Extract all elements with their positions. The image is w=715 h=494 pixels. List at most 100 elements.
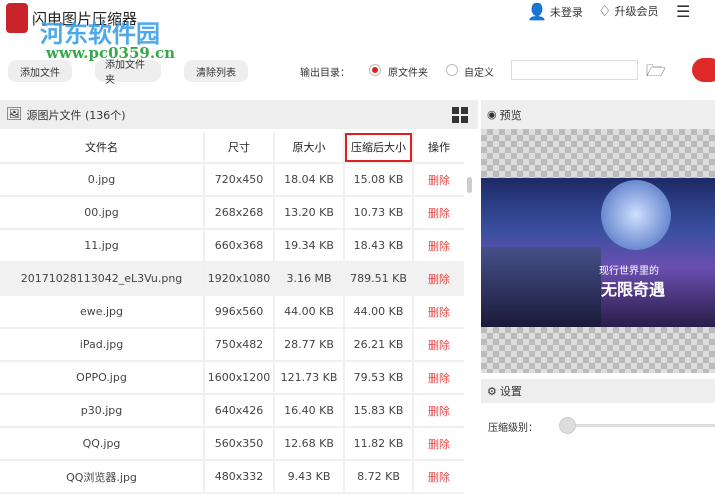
cell-compressed-size: 10.73 KB bbox=[343, 196, 413, 230]
grid-view-icon[interactable] bbox=[452, 107, 468, 123]
scrollbar-thumb[interactable] bbox=[467, 177, 472, 193]
delete-button[interactable]: 删除 bbox=[412, 394, 464, 428]
cell-compressed-size: 15.08 KB bbox=[343, 163, 413, 197]
gear-icon: ⚙ bbox=[487, 384, 497, 398]
cell-dimensions: 720x450 bbox=[203, 163, 274, 197]
col-compressed-size[interactable]: 压缩后大小 bbox=[343, 132, 413, 164]
cell-compressed-size: 44.00 KB bbox=[343, 295, 413, 329]
cell-filename: 20171028113042_eL3Vu.png bbox=[0, 262, 204, 296]
custom-label: 自定义 bbox=[464, 68, 494, 79]
cell-dimensions: 640x426 bbox=[203, 394, 274, 428]
table-row[interactable]: 00.jpg 268x268 13.20 KB 10.73 KB 删除 bbox=[0, 196, 464, 230]
radio-custom[interactable] bbox=[446, 64, 458, 76]
table-row[interactable]: 20171028113042_eL3Vu.png 1920x1080 3.16 MB… bbox=[0, 262, 464, 296]
add-folder-button[interactable]: 添加文件夹 bbox=[95, 60, 161, 86]
scrollbar[interactable] bbox=[465, 165, 473, 477]
cell-original-size: 12.68 KB bbox=[273, 427, 344, 461]
output-label: 输出目录： bbox=[300, 68, 350, 79]
cell-compressed-size: 79.53 KB bbox=[343, 361, 413, 395]
cell-dimensions: 750x482 bbox=[203, 328, 274, 362]
cell-original-size: 28.77 KB bbox=[273, 328, 344, 362]
compress-level-label: 压缩级别： bbox=[488, 423, 538, 434]
eye-icon: ◉ bbox=[487, 108, 497, 121]
preview-image-text: 现行世界里的 bbox=[599, 266, 659, 277]
folder-open-icon[interactable]: 🗁 bbox=[646, 60, 666, 87]
table-row[interactable]: 0.jpg 720x450 18.04 KB 15.08 KB 删除 bbox=[0, 163, 464, 197]
col-original-size[interactable]: 原大小 bbox=[273, 132, 344, 164]
cell-dimensions: 660x368 bbox=[203, 229, 274, 263]
output-path-input[interactable] bbox=[511, 60, 638, 80]
table-row[interactable]: 11.jpg 660x368 19.34 KB 18.43 KB 删除 bbox=[0, 229, 464, 263]
preview-title: 预览 bbox=[499, 108, 522, 122]
user-icon: 👤 bbox=[527, 2, 547, 21]
compress-level-track[interactable] bbox=[560, 424, 715, 427]
app-logo bbox=[6, 3, 28, 33]
delete-button[interactable]: 删除 bbox=[412, 196, 464, 230]
source-files-header: 🖼 源图片文件 (136个) bbox=[0, 100, 478, 129]
title-bar: 闪电图片压缩器 河东软件园 www.pc0359.cn 👤 未登录 ♢ 升级会员 ☰ bbox=[0, 0, 715, 62]
table-row[interactable]: iPad.jpg 750x482 28.77 KB 26.21 KB 删除 bbox=[0, 328, 464, 362]
cell-dimensions: 560x350 bbox=[203, 427, 274, 461]
cell-filename: OPPO.jpg bbox=[0, 361, 204, 395]
compress-level-slider[interactable] bbox=[559, 417, 576, 434]
preview-header: ◉ 预览 bbox=[481, 100, 715, 129]
delete-button[interactable]: 删除 bbox=[412, 229, 464, 263]
cell-original-size: 44.00 KB bbox=[273, 295, 344, 329]
start-compress-button[interactable] bbox=[692, 58, 715, 82]
cell-dimensions: 996x560 bbox=[203, 295, 274, 329]
cell-dimensions: 1920x1080 bbox=[203, 262, 274, 296]
cell-filename: QQ.jpg bbox=[0, 427, 204, 461]
menu-icon[interactable]: ☰ bbox=[676, 2, 690, 21]
cell-filename: 00.jpg bbox=[0, 196, 204, 230]
cell-filename: 0.jpg bbox=[0, 163, 204, 197]
preview-image: 现行世界里的 无限奇遇 bbox=[481, 178, 715, 327]
table-header: 文件名 尺寸 原大小 压缩后大小 操作 bbox=[0, 132, 464, 164]
delete-button[interactable]: 删除 bbox=[412, 163, 464, 197]
add-file-button[interactable]: 添加文件 bbox=[8, 60, 72, 82]
radio-original-folder[interactable] bbox=[369, 64, 381, 76]
cell-original-size: 19.34 KB bbox=[273, 229, 344, 263]
original-folder-label: 原文件夹 bbox=[388, 68, 428, 79]
settings-title: 设置 bbox=[499, 385, 522, 398]
delete-button[interactable]: 删除 bbox=[412, 361, 464, 395]
cell-original-size: 3.16 MB bbox=[273, 262, 344, 296]
cell-original-size: 121.73 KB bbox=[273, 361, 344, 395]
preview-image-title: 无限奇遇 bbox=[601, 280, 666, 299]
col-filename[interactable]: 文件名 bbox=[0, 132, 204, 164]
cell-compressed-size: 789.51 KB bbox=[343, 262, 413, 296]
cell-filename: iPad.jpg bbox=[0, 328, 204, 362]
delete-button[interactable]: 删除 bbox=[412, 427, 464, 461]
file-table: 文件名 尺寸 原大小 压缩后大小 操作 0.jpg 720x450 18.04 KB… bbox=[0, 132, 464, 494]
image-icon: 🖼 bbox=[6, 107, 23, 122]
clear-list-button[interactable]: 清除列表 bbox=[184, 60, 248, 82]
cell-filename: 11.jpg bbox=[0, 229, 204, 263]
table-row[interactable]: OPPO.jpg 1600x1200 121.73 KB 79.53 KB 删除 bbox=[0, 361, 464, 395]
cell-original-size: 13.20 KB bbox=[273, 196, 344, 230]
table-row[interactable]: ewe.jpg 996x560 44.00 KB 44.00 KB 删除 bbox=[0, 295, 464, 329]
login-button[interactable]: 👤 未登录 bbox=[527, 2, 583, 21]
cell-original-size: 16.40 KB bbox=[273, 394, 344, 428]
diamond-icon: ♢ bbox=[598, 2, 612, 20]
source-files-title: 源图片文件 (136个) bbox=[26, 108, 126, 122]
cell-dimensions: 1600x1200 bbox=[203, 361, 274, 395]
upgrade-button[interactable]: ♢ 升级会员 bbox=[598, 2, 658, 20]
cell-dimensions: 268x268 bbox=[203, 196, 274, 230]
upgrade-label: 升级会员 bbox=[614, 5, 659, 18]
cell-filename: ewe.jpg bbox=[0, 295, 204, 329]
cell-compressed-size: 11.82 KB bbox=[343, 427, 413, 461]
cell-filename: p30.jpg bbox=[0, 394, 204, 428]
cell-compressed-size: 15.83 KB bbox=[343, 394, 413, 428]
delete-button[interactable]: 删除 bbox=[412, 262, 464, 296]
settings-header: ⚙ 设置 bbox=[481, 379, 715, 403]
cell-compressed-size: 26.21 KB bbox=[343, 328, 413, 362]
login-label: 未登录 bbox=[549, 5, 583, 19]
delete-button[interactable]: 删除 bbox=[412, 295, 464, 329]
col-action: 操作 bbox=[412, 132, 464, 164]
preview-area: 现行世界里的 无限奇遇 bbox=[481, 129, 715, 373]
cell-compressed-size: 18.43 KB bbox=[343, 229, 413, 263]
table-row[interactable]: QQ.jpg 560x350 12.68 KB 11.82 KB 删除 bbox=[0, 427, 464, 461]
cell-original-size: 18.04 KB bbox=[273, 163, 344, 197]
table-row[interactable]: p30.jpg 640x426 16.40 KB 15.83 KB 删除 bbox=[0, 394, 464, 428]
col-dimensions[interactable]: 尺寸 bbox=[203, 132, 274, 164]
delete-button[interactable]: 删除 bbox=[412, 328, 464, 362]
